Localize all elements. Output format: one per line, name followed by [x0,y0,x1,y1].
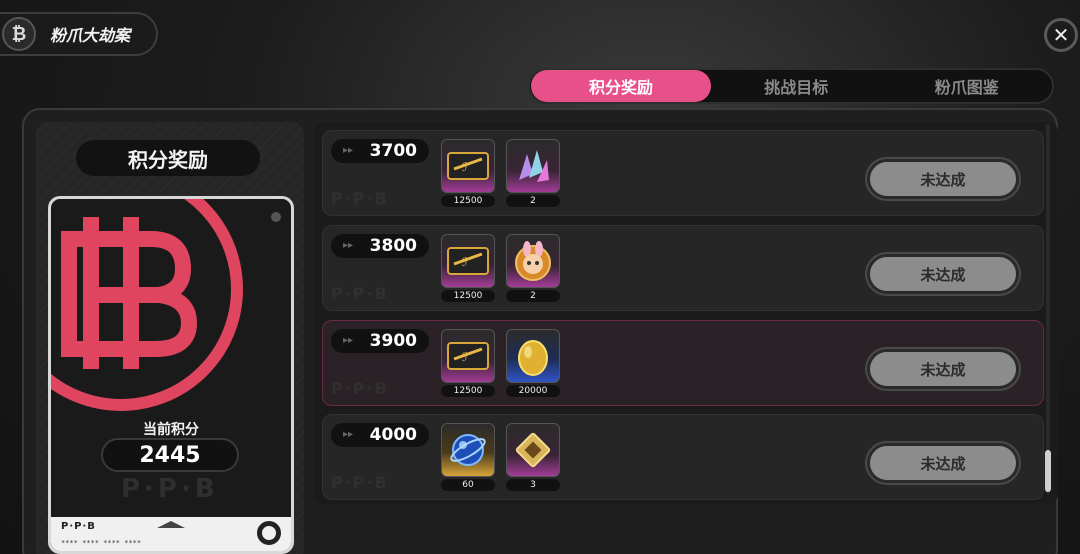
arrow-icon: ▸▸ [343,145,354,156]
svg-text:ℐ: ℐ [462,255,468,269]
item-quantity: 2 [506,195,560,207]
ppb-coin-icon: ₿ [2,17,36,51]
item-quantity: 12500 [441,385,495,397]
reward-item[interactable]: 60 [441,423,497,495]
tab-collection[interactable]: 粉爪图鉴 [882,70,1053,102]
tab-points-rewards[interactable]: 积分奖励 [531,70,711,102]
svg-text:P·P·B: P·P·B [121,474,219,504]
ticket-card-icon: ℐ [441,139,495,193]
bank-card: P·P·B 当前积分 2445 P·P·B **** **** **** ***… [48,196,294,554]
current-score-label: 当前积分 [143,422,199,438]
triangle-icon [157,521,185,528]
reward-item[interactable]: 3 [506,423,562,495]
reward-item[interactable]: ℐ 12500 [441,139,497,211]
item-quantity: 12500 [441,195,495,207]
close-icon: ✕ [1052,23,1070,47]
reward-row: P·P·B ▸▸ 3800 ℐ 12500 2 未达成 [322,225,1044,311]
ticket-card-icon: ℐ [441,329,495,383]
current-score-value: 2445 [101,438,239,472]
blue-orb-icon [441,423,495,477]
card-footer: P·P·B **** **** **** **** [51,517,291,551]
claim-status-button[interactable]: 未达成 [867,443,1019,483]
claim-status-button[interactable]: 未达成 [867,159,1019,199]
arrow-icon: ▸▸ [343,240,354,251]
row-watermark: P·P·B [331,473,389,492]
card-brand: P·P·B [61,521,96,532]
item-quantity: 60 [441,479,495,491]
scrollbar-thumb[interactable] [1045,450,1051,492]
reward-points-value: 3800 [369,236,417,256]
arrow-icon: ▸▸ [343,429,354,440]
arrow-icon: ▸▸ [343,335,354,346]
reward-item[interactable]: 2 [506,234,562,306]
item-quantity: 20000 [506,385,560,397]
close-button[interactable]: ✕ [1044,18,1078,52]
event-title-bar: ₿ 粉爪大劫案 [0,12,158,56]
row-watermark: P·P·B [331,284,389,303]
claim-status-button[interactable]: 未达成 [867,349,1019,389]
reward-points-value: 4000 [369,425,417,445]
reward-row: P·P·B ▸▸ 3700 ℐ 12500 2 未达成 [322,130,1044,216]
ticket-card-icon: ℐ [441,234,495,288]
item-quantity: 3 [506,479,560,491]
reward-points-value: 3900 [369,331,417,351]
reward-item[interactable]: 20000 [506,329,562,401]
reward-item[interactable]: ℐ 12500 [441,329,497,401]
reward-row: P·P·B ▸▸ 3900 ℐ 12500 20000 未达成 [322,320,1044,406]
crystal-cluster-icon [506,139,560,193]
left-panel-title: 积分奖励 [76,140,260,176]
tab-challenge-goals[interactable]: 挑战目标 [711,70,882,102]
event-title: 粉爪大劫案 [50,26,131,45]
reward-item[interactable]: ℐ 12500 [441,234,497,306]
item-quantity: 12500 [441,290,495,302]
reward-points: ▸▸ 3700 [331,139,429,163]
ring-icon [257,521,281,545]
reward-points: ▸▸ 3900 [331,329,429,353]
reward-points-value: 3700 [369,141,417,161]
svg-text:ℐ: ℐ [462,160,468,174]
row-watermark: P·P·B [331,379,389,398]
card-number: **** **** **** **** [61,539,142,547]
reward-points: ▸▸ 4000 [331,423,429,447]
reward-row: P·P·B ▸▸ 4000 60 3 未达成 [322,414,1044,500]
reward-points: ▸▸ 3800 [331,234,429,258]
item-quantity: 2 [506,290,560,302]
bunny-badge-icon [506,234,560,288]
claim-status-button[interactable]: 未达成 [867,254,1019,294]
svg-text:ℐ: ℐ [462,350,468,364]
row-watermark: P·P·B [331,189,389,208]
tab-bar: 积分奖励 挑战目标 粉爪图鉴 [528,68,1054,104]
reward-item[interactable]: 2 [506,139,562,211]
gold-plate-icon [506,423,560,477]
scrollbar-track[interactable] [1046,124,1050,494]
gold-egg-icon [506,329,560,383]
